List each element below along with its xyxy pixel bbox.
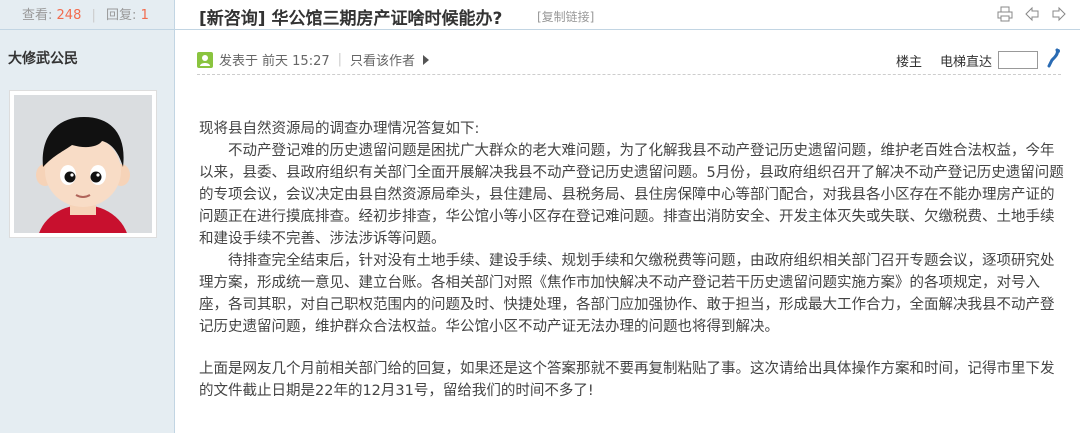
avatar-cartoon-icon — [36, 117, 130, 285]
print-icon[interactable] — [997, 6, 1013, 26]
views-count: 248 — [56, 8, 82, 23]
post-main: [新咨询] 华公馆三期房产证啥时候能办? [复制链接] 发表于 前天 15:27 — [174, 0, 1080, 433]
thread-title-bar: [新咨询] 华公馆三期房产证啥时候能办? [复制链接] — [175, 0, 1080, 30]
caret-right-icon — [423, 54, 430, 65]
thread-title: [新咨询] 华公馆三期房产证啥时候能办? — [199, 9, 503, 29]
post-paragraph: 上面是网友几个月前相关部门给的回复，如果还是这个答案那就不要再复制粘贴了事。这次… — [199, 361, 1055, 399]
replies-count: 1 — [140, 8, 149, 23]
author-sidebar: 查看: 248 | 回复: 1 大修武公民 — [0, 0, 174, 433]
jump-label: 电梯直达 — [939, 54, 992, 70]
floor-tools: 楼主 电梯直达 — [896, 48, 1062, 72]
post-paragraph: 不动产登记难的历史遗留问题是困扰广大群众的老大难问题，为了化解我县不动产登记历史… — [199, 143, 1064, 247]
post-meta: 发表于 前天 15:27 | 只看该作者 — [197, 50, 430, 69]
post-paragraph: 现将县自然资源局的调查办理情况答复如下: — [199, 121, 480, 137]
views-label: 查看: — [22, 8, 53, 23]
replies-label: 回复: — [106, 8, 137, 23]
floor-jump-input[interactable] — [998, 51, 1038, 69]
thread-tools — [991, 6, 1067, 26]
jump-go-icon[interactable] — [1044, 48, 1062, 72]
stats-separator: | — [91, 8, 96, 23]
post-paragraph: 待排查完全结束后，针对没有土地手续、建设手续、规划手续和欠缴税费等问题，由政府组… — [199, 253, 1055, 335]
meta-separator: | — [337, 52, 343, 67]
floor-label: 楼主 — [895, 54, 922, 70]
thread-stats: 查看: 248 | 回复: 1 — [0, 0, 174, 30]
posted-time: 前天 15:27 — [262, 54, 330, 69]
prev-thread-icon[interactable] — [1024, 6, 1040, 26]
post-divider — [197, 74, 1061, 75]
avatar-image — [14, 95, 152, 285]
forum-post-page: 查看: 248 | 回复: 1 大修武公民 [新咨询] 华公馆三期房产证啥时候能… — [0, 0, 1080, 433]
author-name[interactable]: 大修武公民 — [8, 48, 78, 68]
posted-prefix: 发表于 — [219, 54, 259, 69]
online-status-icon — [197, 51, 213, 68]
post-content: 现将县自然资源局的调查办理情况答复如下: 不动产登记难的历史遗留问题是困扰广大群… — [199, 118, 1065, 402]
only-author-link[interactable]: 只看该作者 — [350, 50, 415, 69]
next-thread-icon[interactable] — [1051, 6, 1067, 26]
avatar[interactable] — [9, 90, 157, 285]
copy-link-button[interactable]: [复制链接] — [537, 8, 594, 25]
